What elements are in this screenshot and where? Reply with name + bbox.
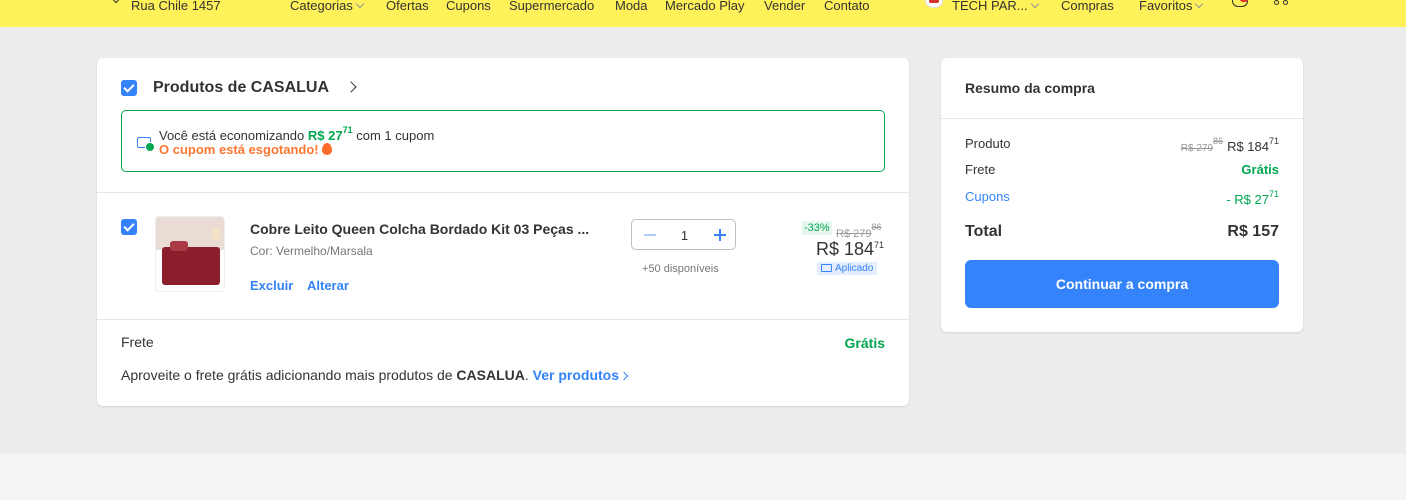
continue-purchase-button[interactable]: Continuar a compra	[965, 260, 1279, 308]
summary-total-label: Total	[965, 223, 1003, 240]
summary-title: Resumo da compra	[965, 80, 1095, 96]
top-header: Rua Chile 1457 Categorias Ofertas Cupons…	[0, 0, 1406, 27]
item-price-value: R$ 184	[816, 239, 875, 259]
coupon-amount-value: R$ 27	[307, 128, 343, 143]
summary-product-price-cents: 71	[1268, 136, 1279, 146]
see-products-link[interactable]: Ver produtos	[532, 367, 629, 383]
coupon-savings-text: Você está economizando R$ 2771 com 1 cup…	[159, 125, 434, 143]
product-title[interactable]: Cobre Leito Queen Colcha Bordado Kit 03 …	[250, 221, 589, 237]
nav-mercado-play[interactable]: Mercado Play	[665, 0, 744, 14]
coupon-text-before: Você está economizando	[159, 128, 305, 143]
coupon-amount-cents: 71	[342, 125, 353, 135]
nav-cupons[interactable]: Cupons	[446, 0, 491, 14]
nav-ofertas[interactable]: Ofertas	[386, 0, 429, 14]
coupon-applied-label: Aplicado	[835, 263, 874, 274]
summary-coupons-value: - R$ 2771	[1226, 189, 1279, 207]
coupon-text-after: com 1 cupom	[356, 128, 435, 143]
summary-shipping-row: Frete Grátis	[965, 162, 1279, 177]
coupon-applied-badge: Aplicado	[817, 262, 878, 275]
summary-shipping-label: Frete	[965, 162, 996, 177]
summary-product-old: R$ 27986	[1180, 136, 1223, 154]
summary-shipping-value: Grátis	[1241, 162, 1279, 177]
account-menu[interactable]: TECH PAR...	[952, 0, 1039, 14]
summary-product-label: Produto	[965, 136, 1011, 151]
account-avatar[interactable]	[925, 0, 943, 8]
delete-item-link[interactable]: Excluir	[250, 278, 293, 293]
chevron-right-icon[interactable]	[345, 81, 357, 93]
summary-coupons-label[interactable]: Cupons	[965, 189, 1010, 204]
summary-product-price: R$ 27986 R$ 18471	[1181, 136, 1279, 154]
purchases-link[interactable]: Compras	[1061, 0, 1114, 14]
nav-categorias[interactable]: Categorias	[290, 0, 365, 14]
cart-card: Produtos de CASALUA Você está economizan…	[97, 58, 909, 406]
favorites-menu[interactable]: Favoritos	[1139, 0, 1204, 14]
summary-total-row: Total R$ 157	[965, 223, 1279, 241]
summary-coupons-value-text: - R$ 27	[1226, 192, 1269, 207]
nav-moda[interactable]: Moda	[615, 0, 648, 14]
nav-vender[interactable]: Vender	[764, 0, 805, 14]
cart-icon[interactable]	[1274, 0, 1290, 6]
location-pin-icon	[111, 0, 121, 4]
product-thumbnail[interactable]	[155, 216, 225, 292]
old-price: R$ 27986	[836, 222, 882, 240]
summary-coupons-value-cents: 71	[1268, 189, 1279, 199]
free-shipping-promo: Aproveite o frete grátis adicionando mai…	[121, 367, 629, 383]
promo-text: Aproveite o frete grátis adicionando mai…	[121, 367, 453, 383]
see-products-label: Ver produtos	[532, 367, 620, 383]
item-price-cents: 71	[874, 240, 885, 250]
summary-total-value: R$ 157	[1227, 223, 1279, 240]
item-price: R$ 18471	[816, 239, 884, 260]
fire-icon	[321, 143, 332, 155]
coupon-icon	[137, 137, 155, 152]
chevron-down-icon	[355, 0, 365, 9]
chevron-down-icon	[1030, 0, 1039, 9]
divider	[941, 118, 1303, 119]
summary-product-old-value: R$ 279	[1180, 143, 1214, 154]
divider	[97, 319, 909, 320]
change-item-link[interactable]: Alterar	[307, 278, 349, 293]
summary-coupons-row[interactable]: Cupons - R$ 2771	[965, 189, 1279, 207]
seller-title[interactable]: Produtos de CASALUA	[153, 79, 329, 97]
coupon-warning: O cupom está esgotando!	[159, 142, 332, 157]
chevron-down-icon	[1195, 0, 1204, 9]
nav-supermercado[interactable]: Supermercado	[509, 0, 594, 14]
select-seller-checkbox[interactable]	[121, 80, 137, 96]
summary-product-row: Produto R$ 27986 R$ 18471	[965, 136, 1279, 154]
select-item-checkbox[interactable]	[121, 219, 137, 235]
coupon-warning-text: O cupom está esgotando!	[159, 142, 319, 157]
account-name: TECH PAR...	[952, 0, 1028, 13]
summary-product-old-cents: 86	[1213, 136, 1224, 146]
nav-categorias-label: Categorias	[290, 0, 353, 13]
divider	[97, 192, 909, 193]
coupon-icon	[821, 264, 832, 272]
summary-product-price-value: R$ 184	[1227, 139, 1269, 154]
old-price-cents: 86	[871, 222, 882, 232]
availability-text: +50 disponíveis	[642, 263, 719, 275]
location-link[interactable]: Rua Chile 1457	[131, 0, 221, 14]
discount-badge: -33%	[802, 221, 832, 235]
chevron-right-icon	[619, 371, 629, 381]
quantity-stepper: 1	[631, 219, 736, 250]
favorites-label: Favoritos	[1139, 0, 1193, 13]
shipping-label: Frete	[121, 334, 154, 350]
product-variant: Cor: Vermelho/Marsala	[250, 244, 373, 258]
promo-seller: CASALUA	[456, 367, 525, 383]
coupon-savings-box: Você está economizando R$ 2771 com 1 cup…	[121, 110, 885, 172]
plus-icon[interactable]	[714, 229, 726, 241]
nav-contato[interactable]: Contato	[824, 0, 870, 14]
coupon-amount: R$ 2771	[307, 125, 353, 143]
footer-area	[0, 454, 1406, 500]
order-summary-card: Resumo da compra Produto R$ 27986 R$ 1847…	[941, 58, 1303, 332]
shipping-value: Grátis	[844, 335, 885, 351]
